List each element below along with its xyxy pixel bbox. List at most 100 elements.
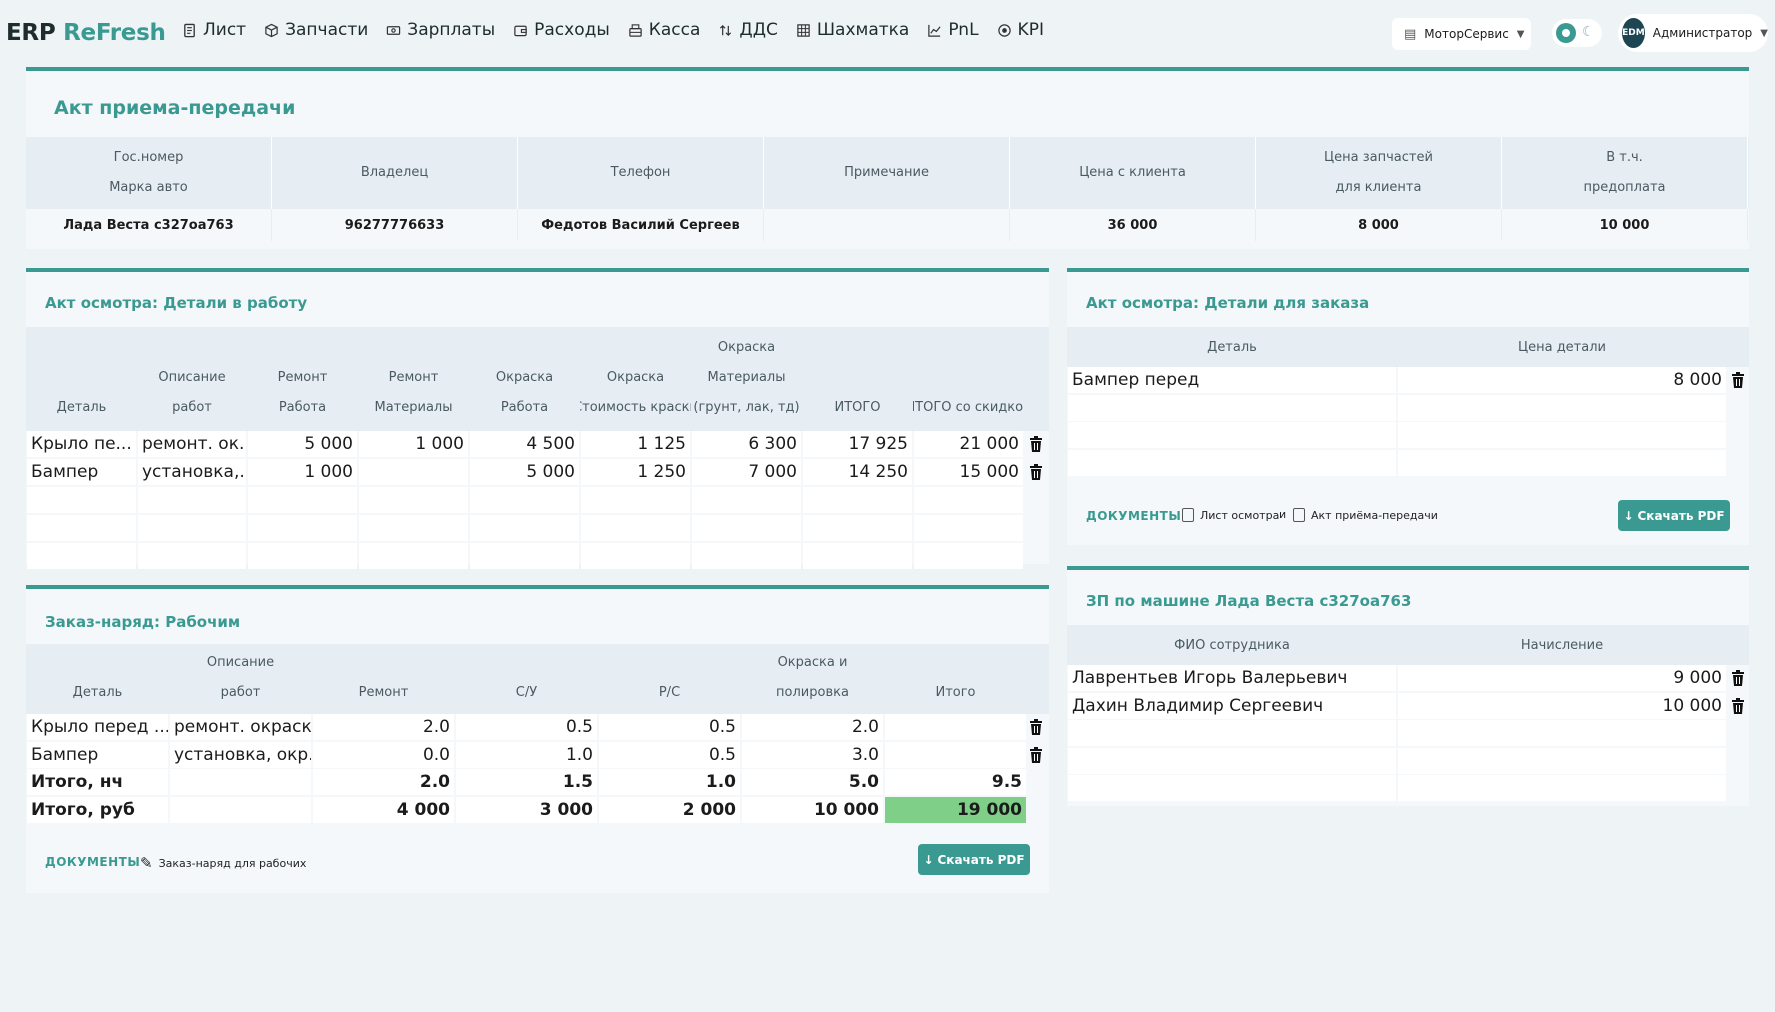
table-cell[interactable] xyxy=(359,487,468,513)
download-pdf-button[interactable]: ↓ Скачать PDF xyxy=(1618,500,1730,531)
table-cell[interactable]: Лаврентьев Игорь Валерьевич xyxy=(1068,665,1396,691)
table-cell[interactable]: 0.5 xyxy=(599,741,740,768)
table-cell[interactable] xyxy=(692,543,801,569)
table-cell[interactable]: 1 000 xyxy=(359,431,468,457)
table-cell[interactable] xyxy=(248,515,357,541)
table-cell[interactable]: 0.5 xyxy=(599,714,740,740)
table-cell[interactable]: 0.0 xyxy=(313,741,454,768)
nav-item-sheet[interactable]: Лист xyxy=(182,20,246,40)
table-cell[interactable] xyxy=(138,543,246,569)
table-cell[interactable]: ремонт. ок... xyxy=(138,431,246,457)
table-cell[interactable] xyxy=(1398,422,1726,448)
table-cell[interactable] xyxy=(27,487,136,513)
trash-icon[interactable] xyxy=(1731,670,1745,690)
table-cell[interactable]: 5 000 xyxy=(470,459,579,485)
table-cell[interactable]: 1 000 xyxy=(248,459,357,485)
trash-icon[interactable] xyxy=(1029,464,1043,484)
table-cell[interactable]: Крыло пе... xyxy=(27,431,136,457)
table-cell[interactable]: 10 000 xyxy=(1398,692,1726,719)
table-cell[interactable]: 17 925 xyxy=(803,431,912,457)
nav-item-pnl[interactable]: PnL xyxy=(927,20,979,40)
table-cell[interactable]: 4 500 xyxy=(470,431,579,457)
table-cell[interactable]: установка, окр... xyxy=(170,741,311,768)
table-cell[interactable] xyxy=(138,515,246,541)
table-cell[interactable] xyxy=(914,543,1023,569)
table-cell[interactable] xyxy=(248,543,357,569)
table-cell[interactable]: Крыло перед ... xyxy=(27,714,168,740)
nav-item-salaries[interactable]: Зарплаты xyxy=(386,20,495,40)
table-cell[interactable]: 1 125 xyxy=(581,431,690,457)
work-order-doc-link[interactable]: ✎ Заказ-наряд для рабочих xyxy=(140,854,306,872)
table-cell[interactable]: 9 000 xyxy=(1398,665,1726,691)
table-cell[interactable]: 14 250 xyxy=(803,459,912,485)
table-cell[interactable]: 15 000 xyxy=(914,459,1023,485)
table-cell[interactable] xyxy=(1398,775,1726,801)
user-menu[interactable]: EDM Администратор ▼ xyxy=(1618,14,1768,52)
trash-icon[interactable] xyxy=(1029,746,1043,767)
table-cell[interactable] xyxy=(581,543,690,569)
table-cell[interactable]: Бампер перед xyxy=(1068,367,1396,393)
table-cell[interactable] xyxy=(27,543,136,569)
table-cell[interactable] xyxy=(914,487,1023,513)
table-cell[interactable]: Дахин Владимир Сергеевич xyxy=(1068,692,1396,719)
table-cell[interactable]: установка,... xyxy=(138,459,246,485)
table-cell[interactable] xyxy=(248,487,357,513)
nav-item-dds[interactable]: ДДС xyxy=(718,20,778,40)
table-cell[interactable] xyxy=(1398,449,1726,476)
trash-icon[interactable] xyxy=(1731,372,1745,392)
nav-item-cashbox[interactable]: Касса xyxy=(628,20,700,40)
table-cell[interactable] xyxy=(1398,720,1726,746)
table-cell[interactable] xyxy=(1068,720,1396,746)
table-cell[interactable]: 7 000 xyxy=(692,459,801,485)
table-cell[interactable] xyxy=(581,515,690,541)
nav-item-parts[interactable]: Запчасти xyxy=(264,20,368,40)
table-cell[interactable]: ремонт. окраска xyxy=(170,714,311,740)
table-cell[interactable] xyxy=(1398,394,1726,421)
table-cell[interactable] xyxy=(885,714,1026,740)
table-cell[interactable]: 5 000 xyxy=(248,431,357,457)
nav-item-expenses[interactable]: Расходы xyxy=(513,20,610,40)
table-cell[interactable] xyxy=(1068,775,1396,801)
company-select[interactable]: ▤ МоторСервис ▼ xyxy=(1392,18,1531,50)
table-cell[interactable] xyxy=(692,487,801,513)
theme-toggle[interactable]: ☾ xyxy=(1552,19,1602,47)
table-cell[interactable]: 1 250 xyxy=(581,459,690,485)
table-cell[interactable] xyxy=(1068,422,1396,448)
acceptance-act-doc-link[interactable]: Акт приёма-передачи xyxy=(1293,508,1438,522)
table-cell[interactable] xyxy=(885,741,1026,768)
table-cell[interactable] xyxy=(359,515,468,541)
table-cell[interactable]: 21 000 xyxy=(914,431,1023,457)
table-cell[interactable] xyxy=(803,543,912,569)
table-cell[interactable] xyxy=(803,515,912,541)
table-cell[interactable] xyxy=(914,515,1023,541)
table-cell[interactable]: 1.0 xyxy=(456,741,597,768)
table-cell[interactable] xyxy=(470,515,579,541)
table-cell[interactable] xyxy=(803,487,912,513)
table-cell[interactable] xyxy=(1398,747,1726,774)
table-cell[interactable] xyxy=(692,515,801,541)
table-cell[interactable] xyxy=(1068,449,1396,476)
table-cell[interactable] xyxy=(27,515,136,541)
table-cell[interactable]: 2.0 xyxy=(313,714,454,740)
table-cell[interactable] xyxy=(470,543,579,569)
table-cell[interactable]: 2.0 xyxy=(742,714,883,740)
app-logo[interactable]: ERP ReFresh xyxy=(6,20,166,46)
trash-icon[interactable] xyxy=(1029,719,1043,739)
table-cell[interactable]: 3.0 xyxy=(742,741,883,768)
table-cell[interactable]: Бампер xyxy=(27,459,136,485)
table-cell[interactable] xyxy=(470,487,579,513)
table-cell[interactable] xyxy=(138,487,246,513)
table-cell[interactable]: Бампер xyxy=(27,741,168,768)
table-cell[interactable]: 0.5 xyxy=(456,714,597,740)
table-cell[interactable] xyxy=(1068,394,1396,421)
table-cell[interactable] xyxy=(359,459,468,485)
table-cell[interactable]: 8 000 xyxy=(1398,367,1726,393)
table-cell[interactable] xyxy=(1068,747,1396,774)
trash-icon[interactable] xyxy=(1029,436,1043,456)
trash-icon[interactable] xyxy=(1731,697,1745,718)
inspection-sheet-doc-link[interactable]: Лист осмотра xyxy=(1182,508,1279,522)
table-cell[interactable] xyxy=(359,543,468,569)
nav-item-chessboard[interactable]: Шахматка xyxy=(796,20,909,40)
nav-item-kpi[interactable]: KPI xyxy=(997,20,1044,40)
download-pdf-button[interactable]: ↓ Скачать PDF xyxy=(918,844,1030,875)
